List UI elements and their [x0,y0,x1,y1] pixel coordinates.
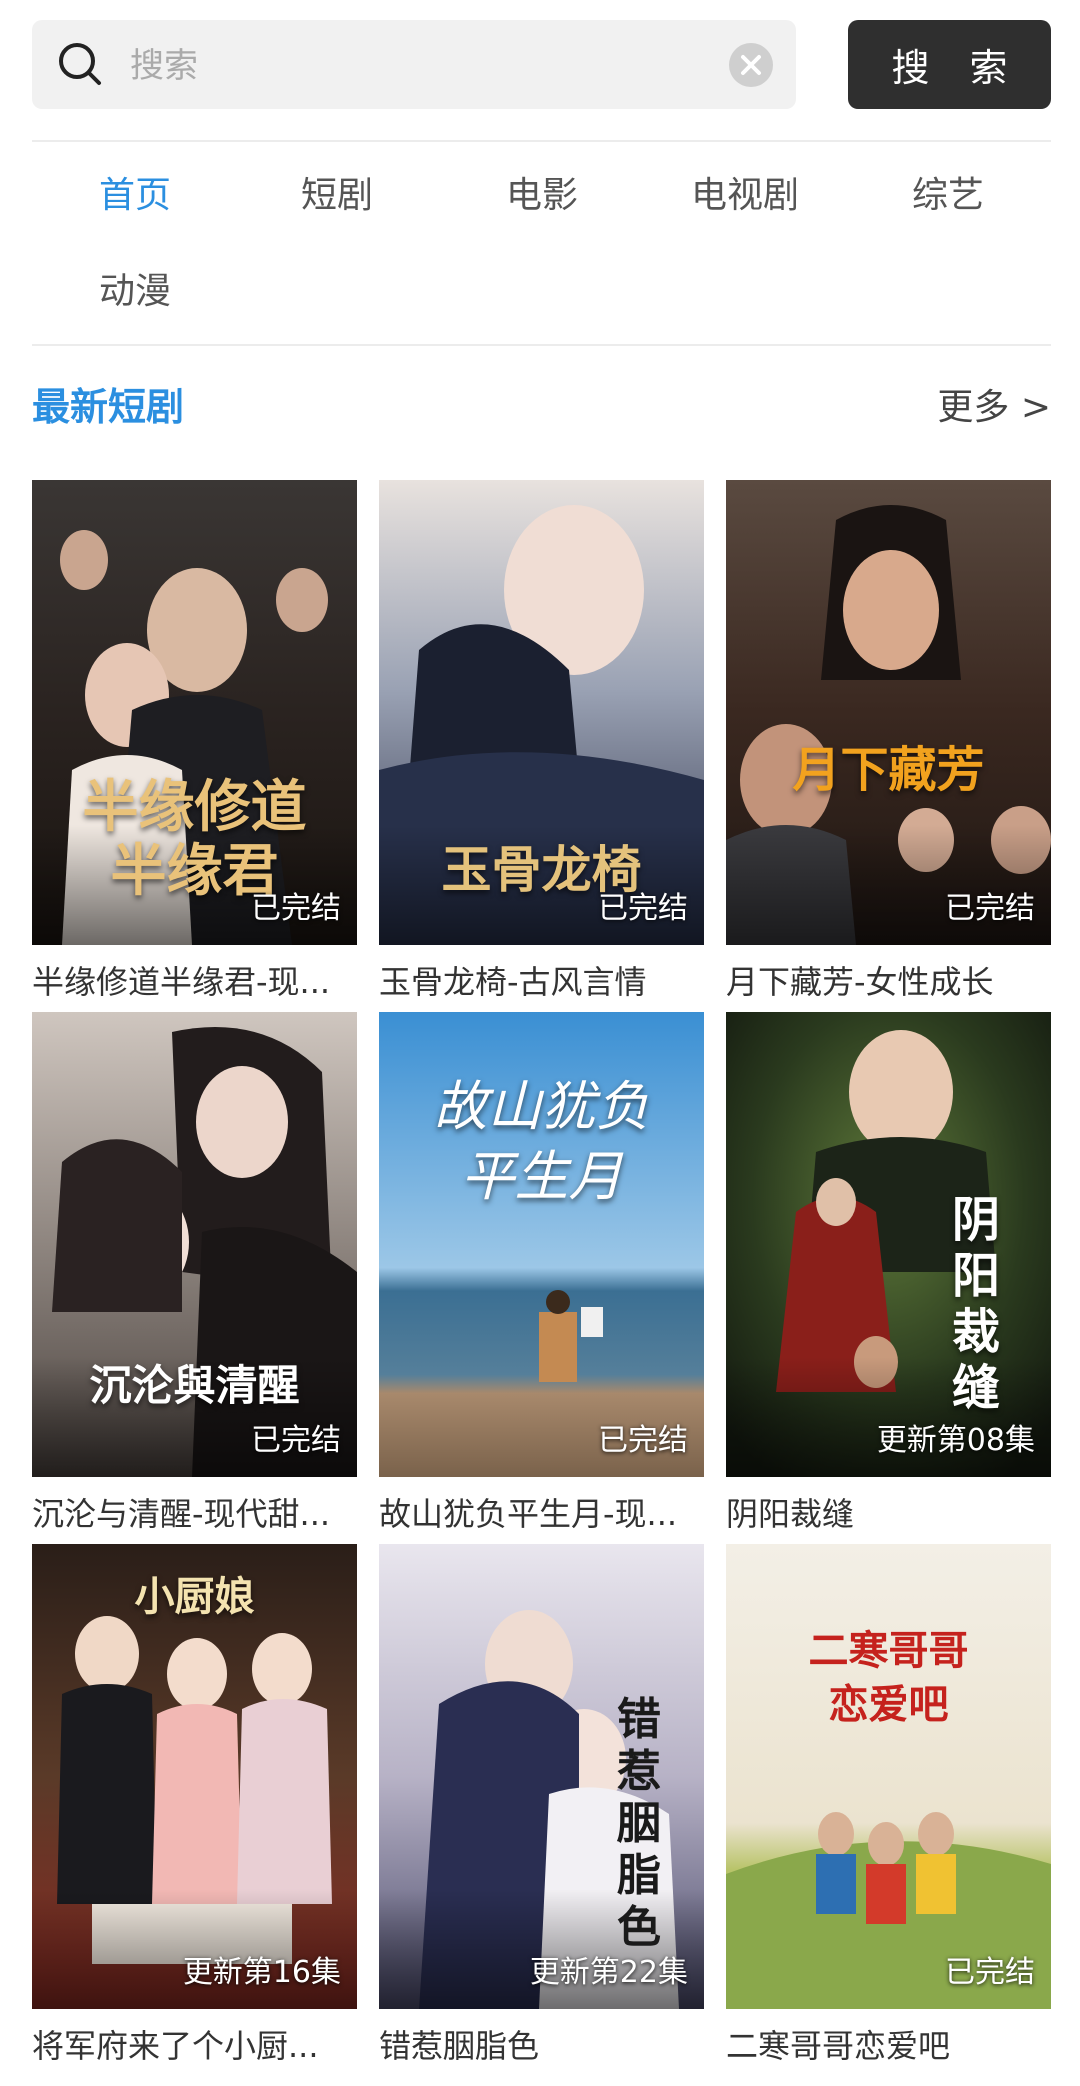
poster-title: 沉沦與清醒 [89,1361,300,1410]
drama-card[interactable]: 阴阳裁缝 更新第08集 阴阳裁缝 [726,1012,1051,1535]
more-link[interactable]: 更多 > [937,378,1051,430]
card-title[interactable]: 玉骨龙椅-古风言情 [379,957,704,1003]
poster-title: 错惹胭脂色 [617,1694,661,1953]
tab-variety[interactable]: 综艺 [863,166,1033,218]
poster-image: 沉沦與清醒 已完结 [32,1012,357,1477]
search-input[interactable] [128,38,732,93]
tab-short-drama[interactable]: 短剧 [252,166,422,218]
drama-card[interactable]: 沉沦與清醒 已完结 沉沦与清醒-现代甜... [32,1012,357,1535]
tab-tv-series[interactable]: 电视剧 [660,166,830,218]
tab-movie[interactable]: 电影 [457,166,627,218]
section-title: 最新短剧 [32,385,185,429]
status-badge: 已完结 [251,891,341,926]
clear-icon[interactable] [728,42,774,88]
status-badge: 已完结 [251,1423,341,1458]
search-box[interactable] [32,20,796,109]
status-badge: 更新第16集 [182,1955,341,1990]
card-title[interactable]: 二寒哥哥恋爱吧 [726,2021,1051,2067]
poster-image: 故山犹负 平生月 已完结 [379,1012,704,1477]
poster-title: 二寒哥哥 恋爱吧 [808,1627,969,1728]
poster-image: 玉骨龙椅 已完结 [379,480,704,945]
status-badge: 更新第08集 [876,1423,1035,1458]
drama-card[interactable]: 半缘修道 半缘君 已完结 半缘修道半缘君-现... [32,480,357,1003]
status-badge: 更新第22集 [529,1955,688,1990]
drama-card[interactable]: 月下藏芳 已完结 月下藏芳-女性成长 [726,480,1051,1003]
status-badge: 已完结 [598,1423,688,1458]
search-button[interactable]: 搜 索 [848,20,1051,109]
poster-title: 小厨娘 [134,1573,255,1620]
card-title[interactable]: 沉沦与清醒-现代甜... [32,1489,357,1535]
drama-card[interactable]: 小厨娘 更新第16集 将军府来了个小厨... [32,1544,357,2067]
poster-image: 二寒哥哥 恋爱吧 已完结 [726,1544,1051,2009]
divider [32,140,1051,142]
status-badge: 已完结 [945,891,1035,926]
poster-title: 月下藏芳 [792,742,985,798]
poster-image: 半缘修道 半缘君 已完结 [32,480,357,945]
status-badge: 已完结 [945,1955,1035,1990]
drama-card[interactable]: 二寒哥哥 恋爱吧 已完结 二寒哥哥恋爱吧 [726,1544,1051,2067]
card-title[interactable]: 半缘修道半缘君-现... [32,957,357,1003]
drama-card[interactable]: 错惹胭脂色 更新第22集 错惹胭脂色 [379,1544,704,2067]
drama-card[interactable]: 故山犹负 平生月 已完结 故山犹负平生月-现... [379,1012,704,1535]
card-title[interactable]: 阴阳裁缝 [726,1489,1051,1535]
card-title[interactable]: 故山犹负平生月-现... [379,1489,704,1535]
poster-title: 故山犹负 平生月 [433,1075,650,1208]
poster-image: 月下藏芳 已完结 [726,480,1051,945]
search-icon [56,40,104,88]
card-title[interactable]: 月下藏芳-女性成长 [726,957,1051,1003]
drama-card[interactable]: 玉骨龙椅 已完结 玉骨龙椅-古风言情 [379,480,704,1003]
card-title[interactable]: 错惹胭脂色 [379,2021,704,2067]
status-badge: 已完结 [598,891,688,926]
poster-image: 阴阳裁缝 更新第08集 [726,1012,1051,1477]
poster-title: 阴阳裁缝 [951,1192,1000,1416]
tab-anime[interactable]: 动漫 [50,262,220,314]
poster-image: 错惹胭脂色 更新第22集 [379,1544,704,2009]
tab-home[interactable]: 首页 [50,166,220,218]
card-title[interactable]: 将军府来了个小厨... [32,2021,357,2067]
poster-image: 小厨娘 更新第16集 [32,1544,357,2009]
divider [32,344,1051,346]
